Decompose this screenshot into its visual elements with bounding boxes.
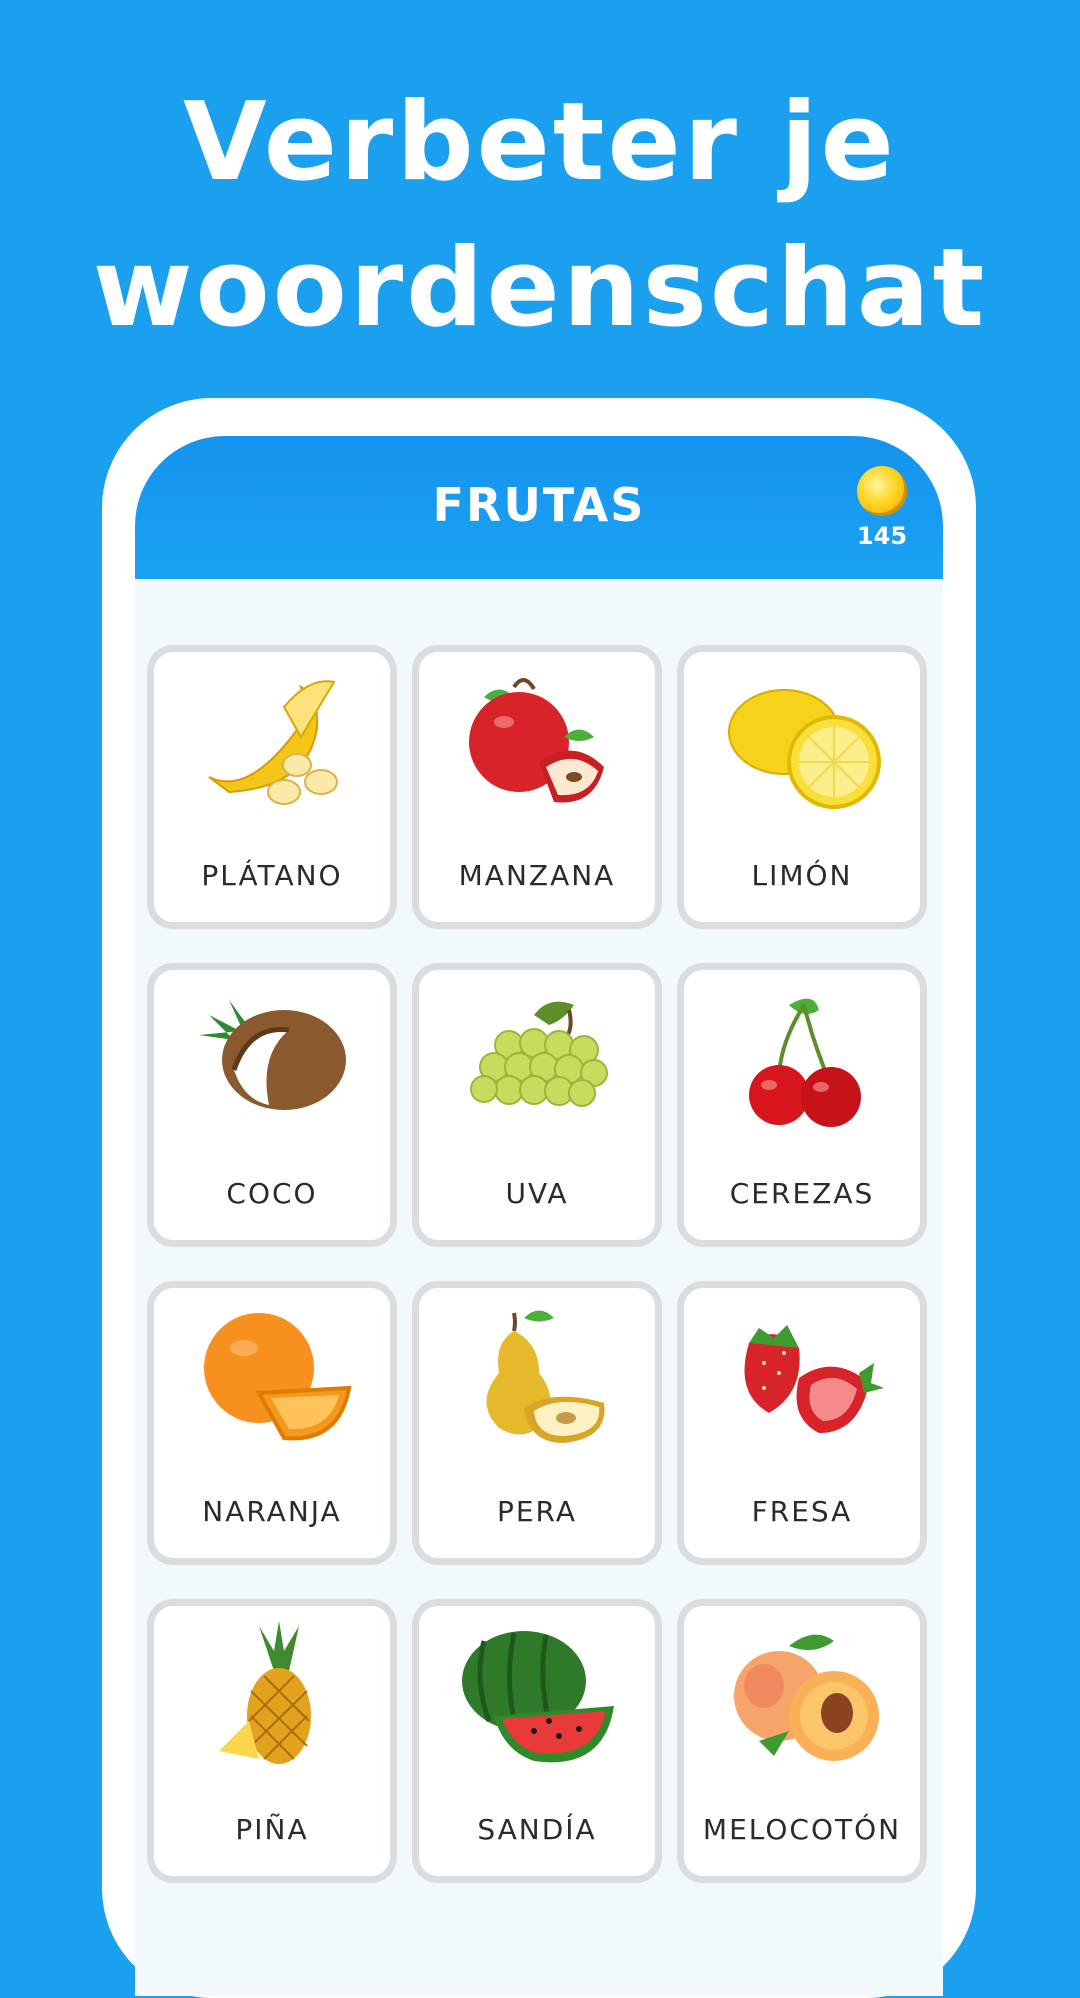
banana-icon <box>208 680 338 805</box>
word-card-uva[interactable]: UVA <box>412 963 662 1247</box>
promo-headline: Verbeter je woordenschat <box>0 70 1080 362</box>
grapes-icon <box>470 1001 608 1107</box>
word-card-platano[interactable]: PLÁTANO <box>147 645 397 929</box>
word-label: PIÑA <box>235 1813 309 1846</box>
word-card-pina[interactable]: PIÑA <box>147 1599 397 1883</box>
app-screen: FRUTAS 145 PLÁTANO MANZANA LIMÓN COCO UV… <box>135 436 943 1996</box>
coin-count: 145 <box>856 522 908 550</box>
word-card-manzana[interactable]: MANZANA <box>412 645 662 929</box>
watermelon-icon <box>462 1631 614 1763</box>
word-card-pera[interactable]: PERA <box>412 1281 662 1565</box>
word-label: LIMÓN <box>751 859 853 892</box>
pear-icon <box>486 1310 605 1443</box>
word-label: UVA <box>505 1177 569 1210</box>
orange-icon <box>204 1313 352 1441</box>
cherries-icon <box>749 998 861 1127</box>
word-label: NARANJA <box>202 1495 342 1528</box>
word-label: SANDÍA <box>477 1813 597 1846</box>
word-card-limon[interactable]: LIMÓN <box>677 645 927 929</box>
word-label: COCO <box>226 1177 318 1210</box>
word-label: PLÁTANO <box>201 859 343 892</box>
word-card-naranja[interactable]: NARANJA <box>147 1281 397 1565</box>
category-title: FRUTAS <box>432 478 646 532</box>
word-card-sandia[interactable]: SANDÍA <box>412 1599 662 1883</box>
headline-line-1: Verbeter je <box>183 80 897 205</box>
word-card-coco[interactable]: COCO <box>147 963 397 1247</box>
word-card-melocoton[interactable]: MELOCOTÓN <box>677 1599 927 1883</box>
word-card-cerezas[interactable]: CEREZAS <box>677 963 927 1247</box>
coconut-icon <box>199 1000 346 1110</box>
headline-line-2: woordenschat <box>92 226 988 351</box>
word-grid: PLÁTANO MANZANA LIMÓN COCO UVA CEREZAS N… <box>147 645 927 1883</box>
word-label: MANZANA <box>458 859 616 892</box>
coin-balance[interactable]: 145 <box>847 466 917 566</box>
pineapple-icon <box>219 1621 311 1764</box>
word-card-fresa[interactable]: FRESA <box>677 1281 927 1565</box>
word-label: FRESA <box>751 1495 853 1528</box>
lemon-icon <box>728 689 881 809</box>
word-label: MELOCOTÓN <box>702 1813 902 1846</box>
strawberry-icon <box>744 1325 884 1433</box>
apple-icon <box>469 678 604 803</box>
coin-icon <box>857 466 907 516</box>
word-label: PERA <box>496 1495 578 1528</box>
word-label: CEREZAS <box>729 1177 875 1210</box>
peach-icon <box>734 1634 879 1761</box>
app-bar: FRUTAS 145 <box>135 436 943 579</box>
